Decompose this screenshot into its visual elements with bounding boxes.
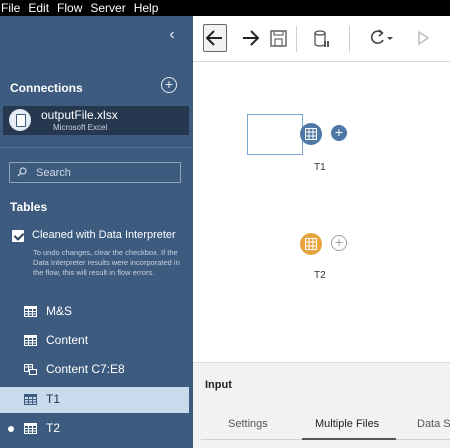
- table-item-label: Content: [46, 333, 89, 347]
- save-button[interactable]: [267, 24, 291, 52]
- refresh-button[interactable]: [365, 24, 395, 52]
- table-item-label: T1: [46, 392, 61, 406]
- table-icon: [24, 423, 37, 434]
- redo-button[interactable]: [239, 24, 263, 52]
- add-step-icon[interactable]: +: [331, 235, 347, 251]
- data-source-button[interactable]: [310, 24, 334, 52]
- table-item-content-range[interactable]: Content C7:E8: [0, 357, 189, 383]
- active-tab-indicator: [302, 438, 396, 440]
- run-button[interactable]: [411, 24, 435, 52]
- connection-item[interactable]: outputFile.xlsx Microsoft Excel: [3, 106, 189, 135]
- connection-type: Microsoft Excel: [53, 123, 108, 132]
- table-item-label: M&S: [46, 304, 73, 318]
- toolbar-separator: [296, 26, 297, 52]
- tab-settings[interactable]: Settings: [228, 418, 268, 430]
- search-box: [9, 162, 181, 183]
- table-icon: [305, 238, 317, 250]
- menu-server[interactable]: Server: [87, 0, 130, 16]
- toolbar-separator: [349, 26, 350, 52]
- in-flow-indicator: [8, 426, 14, 432]
- add-connection-icon[interactable]: +: [161, 77, 177, 93]
- named-range-icon: [24, 364, 37, 375]
- node-t1[interactable]: [300, 123, 322, 145]
- table-item-t1[interactable]: T1: [0, 387, 189, 413]
- table-icon: [305, 128, 317, 140]
- data-interpreter-label: Cleaned with Data Interpreter: [32, 229, 176, 241]
- menu-help[interactable]: Help: [131, 0, 164, 16]
- table-item-t2[interactable]: T2: [0, 416, 189, 442]
- table-item-label: T2: [46, 421, 61, 435]
- table-icon: [24, 394, 37, 405]
- panel-tabs: Settings Multiple Files Data S: [201, 412, 450, 440]
- menu-edit[interactable]: Edit: [25, 0, 54, 16]
- table-icon: [24, 335, 37, 346]
- table-item-ms[interactable]: M&S: [0, 299, 189, 325]
- node-t1-selection[interactable]: [247, 114, 303, 155]
- redo-icon: [243, 30, 260, 46]
- tab-multiple-files[interactable]: Multiple Files: [315, 418, 379, 430]
- tables-title: Tables: [10, 200, 48, 214]
- panel-title: Input: [205, 379, 232, 391]
- add-step-icon[interactable]: +: [331, 125, 347, 141]
- connection-name: outputFile.xlsx: [41, 108, 118, 122]
- undo-button[interactable]: [203, 24, 227, 52]
- save-icon: [270, 30, 287, 47]
- undo-icon: [205, 30, 222, 46]
- sidebar-divider: [0, 147, 193, 148]
- search-input[interactable]: [36, 165, 176, 181]
- run-icon: [418, 30, 430, 46]
- table-item-content[interactable]: Content: [0, 328, 189, 354]
- flow-canvas[interactable]: + T1 + T2: [193, 62, 450, 362]
- chevron-left-icon[interactable]: ‹: [165, 26, 179, 44]
- file-icon: [9, 109, 31, 131]
- node-t2[interactable]: [300, 233, 322, 255]
- data-interpreter-row: Cleaned with Data Interpreter: [10, 229, 193, 249]
- node-label: T2: [314, 270, 326, 281]
- table-item-label: Content C7:E8: [46, 362, 125, 376]
- table-icon: [24, 306, 37, 317]
- input-panel: Input Settings Multiple Files Data S: [193, 362, 450, 448]
- sidebar: ‹ Connections + outputFile.xlsx Microsof…: [0, 16, 193, 448]
- connections-title: Connections: [10, 81, 83, 95]
- tab-data-sample[interactable]: Data S: [417, 418, 450, 430]
- toolbar: [193, 16, 450, 62]
- data-cylinder-icon: [314, 30, 329, 47]
- data-interpreter-checkbox[interactable]: [12, 230, 24, 242]
- menu-file[interactable]: File: [0, 0, 25, 16]
- data-interpreter-help: To undo changes, clear the checkbox. If …: [33, 248, 180, 277]
- search-icon: [17, 167, 27, 177]
- menu-bar: File Edit Flow Server Help: [0, 0, 450, 16]
- refresh-icon: [370, 29, 393, 44]
- menu-flow[interactable]: Flow: [54, 0, 87, 16]
- node-label: T1: [314, 162, 326, 173]
